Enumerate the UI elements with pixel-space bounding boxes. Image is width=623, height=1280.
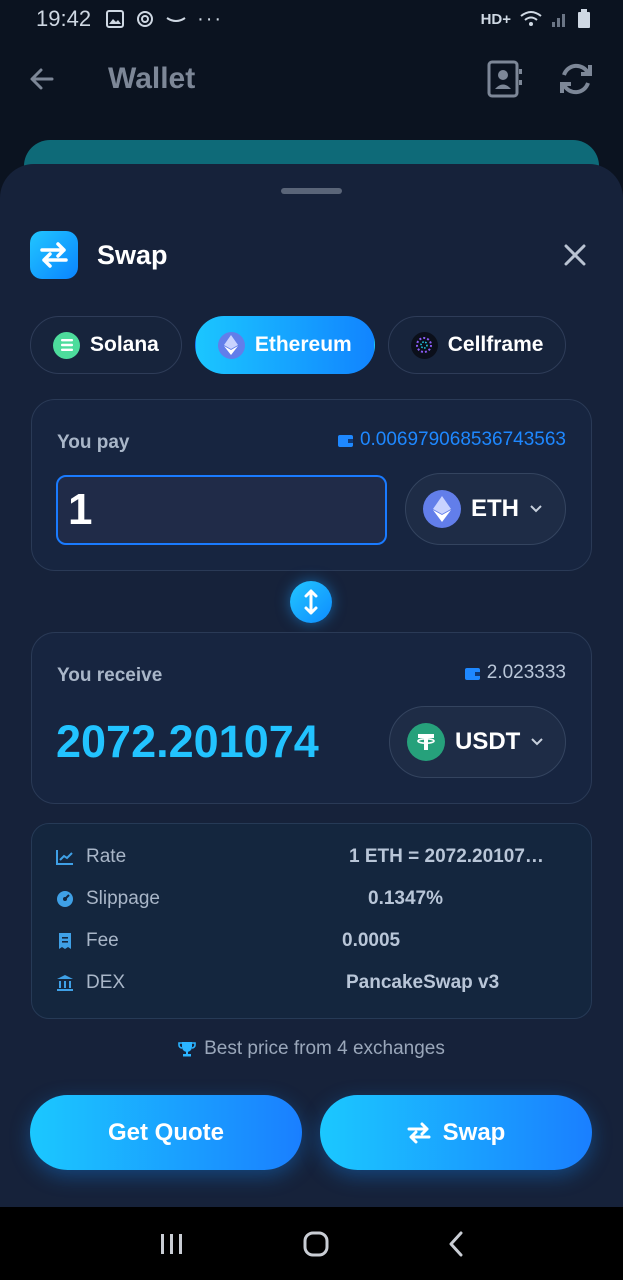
pay-card: You pay 0.006979068536743563 ETH — [31, 399, 592, 571]
signal-icon — [552, 14, 565, 27]
app-title: Wallet — [108, 62, 196, 95]
network-chip-label: Ethereum — [254, 333, 352, 356]
status-time: 19:42 — [36, 6, 92, 31]
battery-icon — [578, 9, 590, 28]
flip-direction-button[interactable] — [290, 581, 332, 623]
pay-token-symbol: ETH — [471, 495, 519, 522]
chevron-down-icon — [530, 505, 542, 513]
wallet-icon — [337, 434, 353, 447]
swap-arrows-icon — [407, 1122, 431, 1143]
close-icon — [564, 244, 586, 266]
home-icon[interactable] — [302, 1230, 330, 1258]
rate-row: Rate 1 ETH = 2072.20107… — [56, 842, 566, 872]
receive-amount: 2072.201074 — [56, 716, 319, 767]
fee-label: Fee — [86, 930, 119, 951]
network-chip-label: Solana — [90, 333, 159, 356]
back-icon[interactable] — [447, 1231, 465, 1257]
swap-badge-icon — [30, 231, 78, 279]
amazon-icon — [166, 17, 186, 22]
dex-value: PancakeSwap v3 — [346, 972, 500, 993]
solana-icon — [53, 331, 80, 359]
receive-card: You receive 2.023333 2072.201074 USDT — [31, 632, 592, 804]
dex-label: DEX — [86, 972, 126, 993]
slippage-row: Slippage 0.1347% — [56, 884, 566, 914]
receive-label: You receive — [57, 665, 163, 686]
close-button[interactable] — [557, 237, 593, 273]
network-chip-ethereum[interactable]: Ethereum — [194, 316, 375, 374]
recent-apps-icon[interactable] — [159, 1232, 185, 1256]
fee-row: Fee 0.0005 — [56, 926, 566, 956]
rate-label: Rate — [86, 846, 127, 867]
receive-token-selector[interactable]: USDT — [389, 706, 566, 778]
refresh-icon[interactable] — [557, 60, 595, 98]
usdt-token-icon — [407, 723, 445, 761]
pay-label: You pay — [57, 432, 130, 453]
rate-value: 1 ETH = 2072.20107… — [349, 846, 544, 867]
slippage-label: Slippage — [86, 888, 160, 909]
network-type: HD+ — [480, 10, 511, 28]
more-notifications-icon: ··· — [197, 7, 224, 30]
best-price-note: Best price from 4 exchanges — [0, 1038, 623, 1060]
receipt-icon — [56, 932, 74, 950]
receive-token-symbol: USDT — [455, 728, 521, 755]
pay-token-selector[interactable]: ETH — [405, 473, 566, 545]
bank-icon — [56, 974, 74, 992]
eth-token-icon — [423, 490, 461, 528]
get-quote-button[interactable]: Get Quote — [30, 1095, 302, 1170]
sheet-header: Swap — [30, 231, 593, 279]
gauge-icon — [56, 890, 74, 908]
dex-row: DEX PancakeSwap v3 — [56, 968, 566, 998]
sheet-title: Swap — [97, 239, 168, 270]
wallet-icon — [464, 667, 480, 680]
swap-button[interactable]: Swap — [320, 1095, 592, 1170]
swap-vertical-icon — [304, 589, 318, 615]
trophy-icon — [178, 1042, 196, 1057]
quote-details: Rate 1 ETH = 2072.20107… Slippage 0.1347… — [31, 823, 592, 1019]
sheet-grabber[interactable] — [281, 188, 342, 194]
pay-amount-input[interactable] — [56, 475, 387, 545]
wifi-icon — [520, 11, 542, 26]
network-selector: Solana Ethereum Cellframe — [30, 316, 567, 374]
pay-balance: 0.006979068536743563 — [337, 429, 566, 451]
network-chip-label: Cellframe — [447, 333, 544, 356]
chevron-down-icon — [531, 738, 544, 746]
back-arrow-icon[interactable] — [28, 65, 56, 93]
receive-balance: 2.023333 — [464, 662, 566, 684]
slippage-value: 0.1347% — [368, 888, 444, 909]
network-chip-solana[interactable]: Solana — [30, 316, 182, 374]
contacts-icon[interactable] — [487, 60, 523, 98]
chart-line-icon — [56, 848, 74, 866]
cellframe-icon — [410, 331, 438, 359]
swap-sheet: Swap Solana Ethereum Cellframe You pay 0… — [0, 164, 623, 1207]
app-bar: Wallet — [0, 48, 623, 110]
system-nav-bar — [0, 1207, 623, 1280]
gallery-icon — [106, 10, 125, 28]
status-bar: 19:42 ··· HD+ — [0, 0, 623, 38]
ethereum-icon — [217, 331, 245, 359]
fee-value: 0.0005 — [342, 930, 401, 951]
openai-icon — [137, 11, 154, 27]
network-chip-cellframe[interactable]: Cellframe — [387, 316, 567, 374]
